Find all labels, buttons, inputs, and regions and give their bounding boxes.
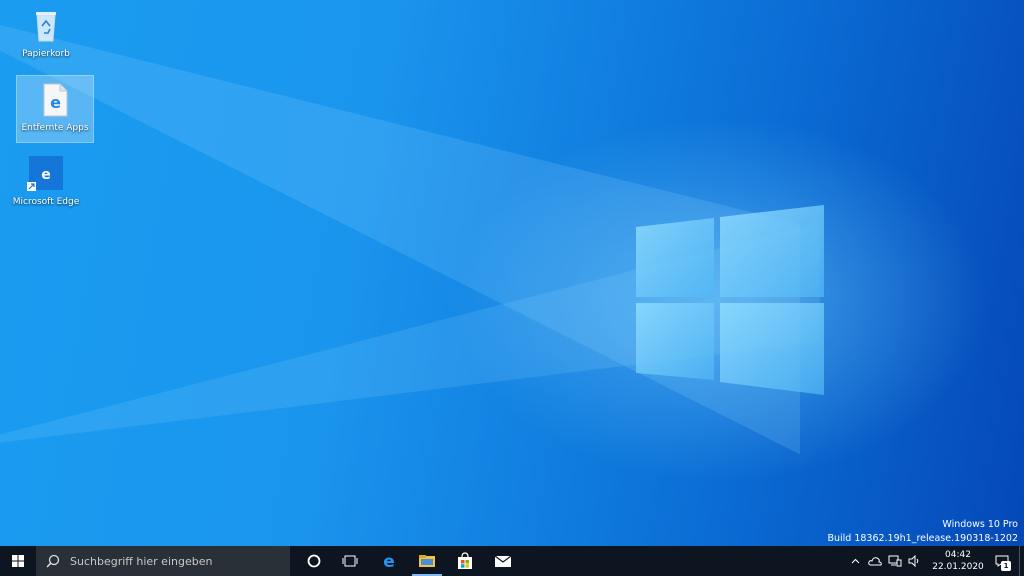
show-desktop-button[interactable] [1019, 546, 1024, 576]
cortana-button[interactable] [298, 546, 330, 576]
cloud-icon [868, 557, 882, 566]
speaker-icon [908, 555, 919, 567]
action-center-button[interactable]: 1 [985, 546, 1019, 576]
task-view-icon [342, 555, 358, 567]
windows-logo-wallpaper [636, 205, 824, 395]
desktop-icon-label: Papierkorb [22, 49, 70, 59]
search-placeholder: Suchbegriff hier eingeben [70, 554, 213, 568]
windows-start-icon [12, 555, 24, 567]
desktop-icon-removed-apps[interactable]: e Entfernte Apps [16, 75, 94, 143]
watermark-edition: Windows 10 Pro [942, 519, 1018, 530]
notification-count-badge: 1 [1001, 561, 1011, 571]
system-tray: 04:42 22.01.2020 1 [845, 546, 1024, 576]
edge-shortcut-icon: e [26, 154, 66, 194]
tray-onedrive-button[interactable] [867, 546, 883, 576]
taskbar-app-store[interactable] [446, 546, 484, 576]
desktop-icon-label: Microsoft Edge [12, 197, 80, 207]
html-document-icon: e [35, 80, 75, 120]
network-icon [888, 555, 902, 567]
start-button[interactable] [0, 546, 36, 576]
desktop[interactable]: Papierkorb e Entfernte Apps e Microsoft … [0, 0, 1024, 546]
taskbar-app-mail[interactable] [484, 546, 522, 576]
chevron-up-icon [851, 558, 859, 564]
taskbar-app-file-explorer[interactable] [408, 546, 446, 576]
desktop-icon-label: Entfernte Apps [21, 123, 89, 133]
clock-date: 22.01.2020 [932, 562, 984, 572]
svg-text:e: e [50, 93, 61, 112]
svg-text:e: e [383, 552, 395, 570]
mail-icon [494, 555, 512, 567]
tray-network-button[interactable] [887, 546, 903, 576]
clock-time: 04:42 [945, 550, 971, 560]
tray-overflow-button[interactable] [847, 546, 863, 576]
taskbar-clock[interactable]: 04:42 22.01.2020 [931, 549, 985, 573]
cortana-circle-icon [307, 554, 321, 568]
file-explorer-icon [419, 555, 435, 567]
search-icon [46, 554, 60, 568]
taskbar-app-edge[interactable]: e [370, 546, 408, 576]
windows-version-watermark: Windows 10 Pro Build 18362.19h1_release.… [827, 518, 1018, 546]
svg-text:e: e [41, 167, 51, 183]
desktop-icon-recycle-bin[interactable]: Papierkorb [8, 2, 84, 68]
store-icon [458, 552, 472, 569]
tray-volume-button[interactable] [907, 546, 923, 576]
edge-icon: e [383, 552, 395, 570]
desktop-icon-microsoft-edge[interactable]: e Microsoft Edge [8, 150, 84, 216]
watermark-build: Build 18362.19h1_release.190318-1202 [827, 533, 1018, 544]
taskbar-search-box[interactable]: Suchbegriff hier eingeben [36, 546, 290, 576]
recycle-bin-icon [26, 6, 66, 46]
task-view-button[interactable] [330, 546, 370, 576]
taskbar: Suchbegriff hier eingeben e 04:42 22.01.… [0, 546, 1024, 576]
